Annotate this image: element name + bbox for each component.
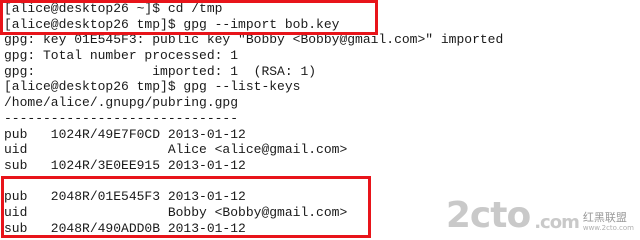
watermark: 2cto .com 红黑联盟 www.2cto.com [446, 196, 634, 234]
watermark-cn: 红黑联盟 [582, 211, 627, 224]
watermark-tld: .com [534, 212, 580, 233]
terminal-line: uid Alice <alice@gmail.com> [4, 142, 348, 158]
watermark-logo: 2cto [445, 195, 531, 236]
watermark-text: 红黑联盟 www.2cto.com [583, 212, 634, 234]
terminal-line: gpg: key 01E545F3: public key "Bobby <Bo… [4, 32, 504, 48]
terminal-line: gpg: imported: 1 (RSA: 1) [4, 63, 317, 79]
terminal-line: [alice@desktop26 ~]$ cd /tmp [4, 1, 223, 16]
terminal-line: gpg: Total number processed: 1 [4, 48, 239, 64]
terminal-line: [alice@desktop26 tmp]$ gpg --list-keys [4, 79, 301, 95]
terminal-line: sub 1024R/3E0EE915 2013-01-12 [4, 157, 246, 173]
terminal-line: ------------------------------ [4, 110, 239, 126]
terminal-line: /home/alice/.gnupg/pubring.gpg [4, 95, 239, 111]
terminal-line: pub 1024R/49E7F0CD 2013-01-12 [4, 126, 246, 142]
watermark-url: www.2cto.com [582, 224, 634, 232]
terminal-line: [alice@desktop26 tmp]$ gpg --import bob.… [4, 16, 340, 32]
